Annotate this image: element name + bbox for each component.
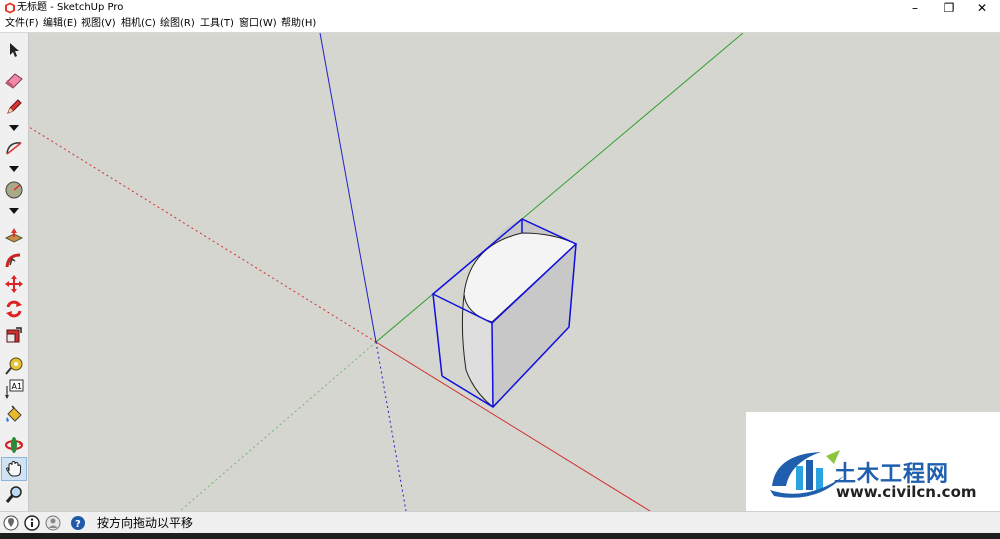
line-tool-dropdown[interactable] xyxy=(2,122,26,134)
minimize-button[interactable]: – xyxy=(898,0,932,16)
scale-icon xyxy=(6,327,22,343)
paint-bucket-tool[interactable] xyxy=(2,404,26,426)
move-tool[interactable] xyxy=(2,273,26,295)
menu-file[interactable]: 文件(F) xyxy=(5,17,39,31)
green-axis-dotted xyxy=(179,341,377,511)
status-bar: ? 按方向拖动以平移 xyxy=(0,511,1000,534)
menu-help[interactable]: 帮助(H) xyxy=(281,17,316,31)
push-pull-tool[interactable] xyxy=(2,225,26,247)
blue-axis-dotted xyxy=(375,341,407,511)
menu-window[interactable]: 窗口(W) xyxy=(239,17,277,31)
help-icon[interactable]: ? xyxy=(70,515,86,531)
status-message: 按方向拖动以平移 xyxy=(97,516,194,530)
follow-me-tool[interactable] xyxy=(2,249,26,271)
paint-bucket-icon xyxy=(6,405,22,422)
menu-tools[interactable]: 工具(T) xyxy=(200,17,234,31)
hand-icon xyxy=(5,460,21,477)
select-tool[interactable] xyxy=(2,39,26,61)
eraser-tool[interactable] xyxy=(2,69,26,91)
svg-text:?: ? xyxy=(75,519,81,530)
orbit-tool[interactable] xyxy=(2,434,26,456)
restore-icon: ❐ xyxy=(943,1,955,15)
credits-icon[interactable] xyxy=(24,515,40,531)
arc-tool[interactable] xyxy=(2,137,26,159)
menu-bar: 文件(F) 编辑(E) 视图(V) 相机(C) 绘图(R) 工具(T) 窗口(W… xyxy=(0,16,1000,33)
push-pull-icon xyxy=(4,228,24,243)
sketchup-logo-icon xyxy=(5,2,15,14)
chevron-down-icon xyxy=(9,208,19,214)
arrow-icon xyxy=(10,43,19,57)
chevron-down-icon xyxy=(9,125,19,131)
blue-axis xyxy=(319,33,377,343)
arc-tool-dropdown[interactable] xyxy=(2,163,26,175)
shape-tool-dropdown[interactable] xyxy=(2,205,26,217)
red-axis-dotted xyxy=(29,126,377,343)
circle-icon xyxy=(5,181,23,199)
magnifier-icon xyxy=(5,486,22,503)
minimize-icon: – xyxy=(912,1,918,15)
zoom-tool[interactable] xyxy=(2,484,26,506)
pencil-icon xyxy=(7,99,22,114)
menu-camera[interactable]: 相机(C) xyxy=(121,17,156,31)
scale-tool[interactable] xyxy=(2,324,26,346)
text-tool[interactable]: A1 xyxy=(2,378,26,400)
window-title: 无标题 - SketchUp Pro xyxy=(17,2,124,13)
menu-edit[interactable]: 编辑(E) xyxy=(43,17,77,31)
pan-tool[interactable] xyxy=(1,457,27,481)
title-bar: 无标题 - SketchUp Pro – ❐ ✕ xyxy=(0,0,1000,16)
rotate-tool[interactable] xyxy=(2,298,26,320)
line-tool[interactable] xyxy=(2,96,26,118)
large-tool-set: A1 xyxy=(0,33,29,511)
watermark-url: www.civilcn.com xyxy=(836,483,977,501)
taskbar-strip xyxy=(0,533,1000,539)
menu-view[interactable]: 视图(V) xyxy=(81,17,116,31)
tape-measure-tool[interactable] xyxy=(2,355,26,377)
rotate-icon xyxy=(6,300,22,318)
eraser-icon xyxy=(5,73,23,89)
restore-button[interactable]: ❐ xyxy=(932,0,966,16)
close-icon: ✕ xyxy=(976,1,988,15)
move-icon xyxy=(5,275,23,293)
tape-icon xyxy=(5,357,23,375)
chevron-down-icon xyxy=(9,166,19,172)
text-icon: A1 xyxy=(5,379,24,399)
arc-icon xyxy=(6,142,22,155)
watermark: 土木工程网 www.civilcn.com xyxy=(746,412,1000,511)
text-tool-label: A1 xyxy=(12,382,23,391)
menu-draw[interactable]: 绘图(R) xyxy=(160,17,195,31)
shape-tool[interactable] xyxy=(2,179,26,201)
geo-location-icon[interactable] xyxy=(3,515,19,531)
orbit-icon xyxy=(5,437,23,453)
close-button[interactable]: ✕ xyxy=(965,0,999,16)
follow-me-icon xyxy=(5,253,21,268)
account-icon[interactable] xyxy=(45,515,61,531)
